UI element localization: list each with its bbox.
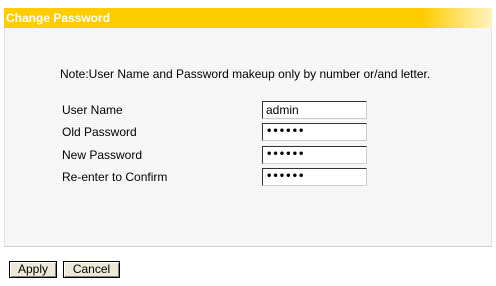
old-password-input[interactable]: •••••• (262, 123, 367, 141)
page-title: Change Password (6, 11, 111, 25)
confirm-password-label: Re-enter to Confirm (62, 170, 168, 184)
row-user-name: User Name admin (0, 101, 496, 119)
confirm-password-input[interactable]: •••••• (262, 168, 367, 186)
new-password-label: New Password (62, 148, 143, 162)
title-bar: Change Password (4, 8, 492, 28)
note-text: Note:User Name and Password makeup only … (60, 67, 431, 81)
row-new-password: New Password •••••• (0, 146, 496, 164)
old-password-label: Old Password (62, 125, 137, 139)
change-password-page: Change Password Note:User Name and Passw… (0, 0, 496, 286)
user-name-input[interactable]: admin (262, 101, 367, 119)
new-password-input[interactable]: •••••• (262, 146, 367, 164)
cancel-button[interactable]: Cancel (63, 261, 120, 278)
row-old-password: Old Password •••••• (0, 123, 496, 141)
row-confirm-password: Re-enter to Confirm •••••• (0, 168, 496, 186)
apply-button[interactable]: Apply (9, 261, 57, 278)
user-name-label: User Name (62, 103, 123, 117)
